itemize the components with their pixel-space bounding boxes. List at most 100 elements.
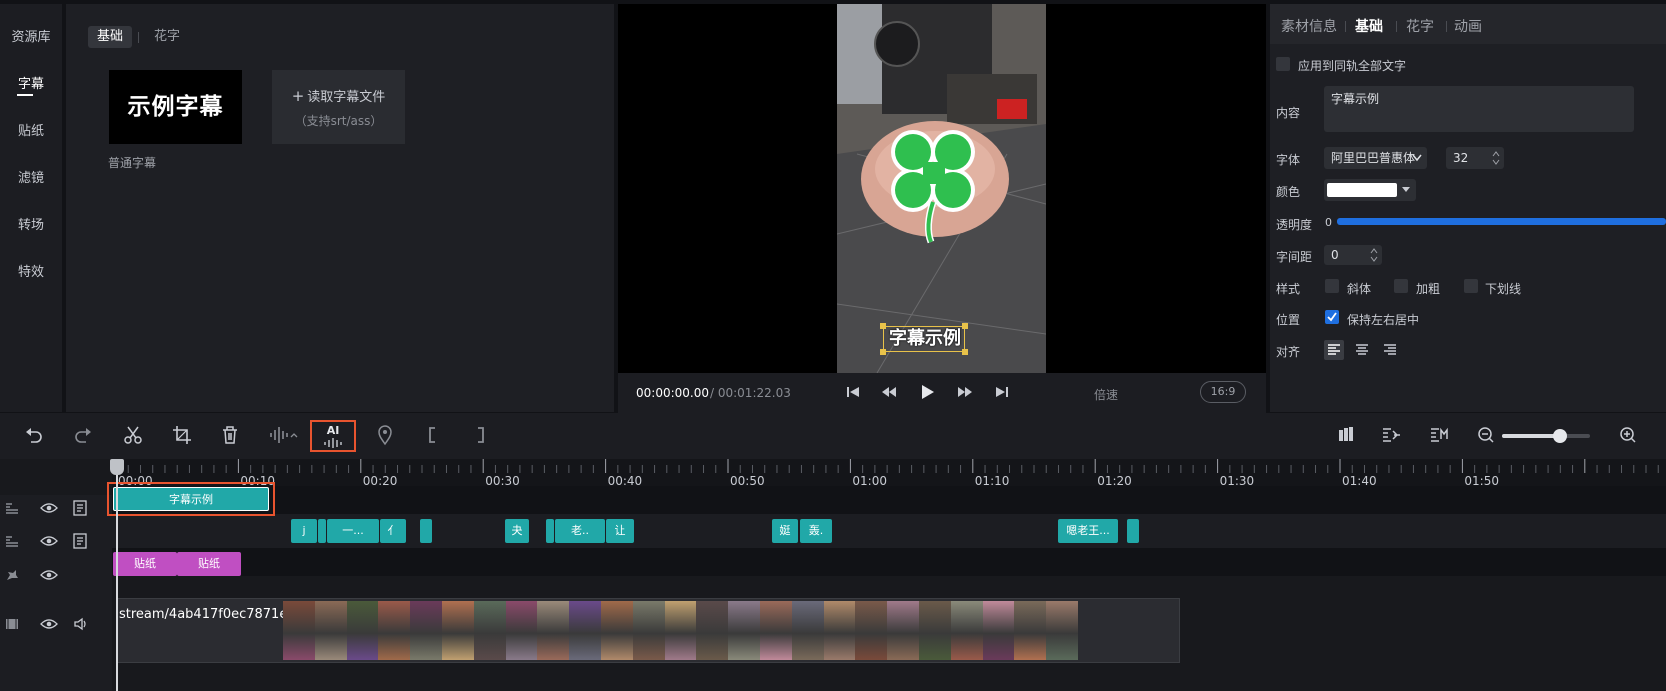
- eye-icon[interactable]: [40, 616, 58, 632]
- caption-clip[interactable]: 夬: [505, 519, 529, 543]
- bracket-left-icon[interactable]: [421, 423, 445, 447]
- caption-selection-box[interactable]: 字幕示例: [880, 323, 968, 355]
- caption-clip[interactable]: [546, 519, 554, 543]
- resize-handle[interactable]: [880, 323, 886, 329]
- nav-item-library[interactable]: 资源库: [0, 26, 62, 45]
- align-center-icon[interactable]: [1352, 340, 1372, 360]
- caption-clip[interactable]: 一...: [327, 519, 379, 543]
- opacity-slider[interactable]: [1337, 218, 1666, 225]
- import-caption-file-button[interactable]: + 读取字幕文件 （支持srt/ass）: [272, 70, 405, 144]
- video-thumbnail: [760, 601, 792, 660]
- spacing-stepper[interactable]: 0: [1324, 245, 1382, 265]
- video-thumbnail: [378, 601, 411, 660]
- tab-props-animation[interactable]: 动画: [1454, 16, 1482, 36]
- playhead-handle[interactable]: [110, 459, 124, 475]
- ai-label: AI: [326, 424, 340, 437]
- audio-wave-icon[interactable]: [268, 423, 300, 447]
- video-thumbnail: [823, 601, 856, 660]
- track-layout-icon[interactable]: [1334, 423, 1358, 447]
- sticker-clip[interactable]: 贴纸: [177, 552, 241, 576]
- eye-icon[interactable]: [40, 567, 58, 583]
- playhead[interactable]: [116, 459, 118, 691]
- tab-fancy-text[interactable]: 花字: [145, 26, 189, 48]
- caption-clip[interactable]: 老..: [555, 519, 605, 543]
- tab-material-info[interactable]: 素材信息: [1281, 16, 1337, 36]
- marker-icon[interactable]: [373, 423, 397, 447]
- rewind-icon[interactable]: [878, 381, 900, 403]
- underline-checkbox[interactable]: [1464, 279, 1478, 293]
- caption-clip[interactable]: 让: [606, 519, 634, 543]
- fast-forward-icon[interactable]: [954, 381, 976, 403]
- caption-clip[interactable]: 轰.: [800, 519, 832, 543]
- content-textarea[interactable]: 字幕示例: [1324, 86, 1634, 132]
- font-select[interactable]: 阿里巴巴普惠体: [1324, 147, 1427, 169]
- nav-item-transitions[interactable]: 转场: [0, 214, 62, 233]
- nav-item-effects[interactable]: 特效: [0, 261, 62, 280]
- tab-props-fancy-text[interactable]: 花字: [1406, 16, 1434, 36]
- crop-icon[interactable]: [170, 423, 194, 447]
- zoom-slider[interactable]: [1502, 429, 1590, 443]
- video-clip[interactable]: stream/4ab417f0ec7871ec...: [116, 598, 1180, 663]
- nav-item-captions[interactable]: 字幕: [0, 73, 62, 92]
- fit-timeline-icon[interactable]: [1379, 423, 1403, 447]
- stepper-arrows-icon[interactable]: [1492, 150, 1500, 166]
- sticker-clip[interactable]: 贴纸: [113, 552, 177, 576]
- apply-all-checkbox[interactable]: [1276, 57, 1290, 71]
- caption-edit-icon[interactable]: [72, 532, 88, 550]
- resize-handle[interactable]: [962, 349, 968, 355]
- video-thumbnail: [314, 601, 347, 660]
- ruler-ticks: [115, 459, 1659, 473]
- undo-icon[interactable]: [22, 423, 46, 447]
- caption-edit-icon[interactable]: [72, 499, 88, 517]
- bracket-right-icon[interactable]: [468, 423, 492, 447]
- sample-caption-card[interactable]: 示例字幕: [109, 70, 242, 144]
- tab-separator: [1396, 21, 1397, 32]
- font-size-stepper[interactable]: 32: [1446, 147, 1504, 169]
- delete-icon[interactable]: [218, 423, 242, 447]
- caption-clip[interactable]: 字幕示例: [113, 487, 269, 511]
- tab-separator: [1345, 21, 1346, 32]
- caption-clip[interactable]: j: [291, 519, 317, 543]
- nav-item-filters[interactable]: 滤镜: [0, 167, 62, 186]
- split-icon[interactable]: [121, 423, 145, 447]
- bold-checkbox[interactable]: [1394, 279, 1408, 293]
- resize-handle[interactable]: [962, 323, 968, 329]
- skip-to-start-icon[interactable]: [842, 381, 864, 403]
- redo-icon[interactable]: [71, 423, 95, 447]
- zoom-out-icon[interactable]: [1474, 423, 1498, 447]
- zoom-slider-knob[interactable]: [1553, 429, 1568, 443]
- import-caption-label-row: + 读取字幕文件: [272, 86, 405, 105]
- caption-clip[interactable]: 娗: [772, 519, 798, 543]
- tab-basic[interactable]: 基础: [88, 26, 133, 48]
- volume-icon[interactable]: [72, 615, 90, 633]
- caption-clip[interactable]: [420, 519, 432, 543]
- font-size-value: 32: [1453, 151, 1469, 165]
- eye-icon[interactable]: [40, 533, 58, 549]
- magnetic-snap-icon[interactable]: [1427, 423, 1451, 447]
- resize-handle[interactable]: [880, 349, 886, 355]
- caption-clip[interactable]: 亻: [380, 519, 406, 543]
- skip-to-end-icon[interactable]: [991, 381, 1013, 403]
- align-left-button[interactable]: [1324, 340, 1344, 360]
- video-track-icon: [6, 619, 18, 629]
- opacity-slider-fill: [1337, 218, 1666, 225]
- nav-item-stickers[interactable]: 贴纸: [0, 120, 62, 139]
- zoom-in-icon[interactable]: [1616, 423, 1640, 447]
- play-icon[interactable]: [916, 381, 938, 403]
- ai-caption-button[interactable]: AI: [310, 420, 356, 452]
- stepper-arrows-icon[interactable]: [1370, 247, 1378, 263]
- align-right-icon[interactable]: [1380, 340, 1400, 360]
- caption-clip[interactable]: [318, 519, 326, 543]
- current-time: 00:00:00.00: [636, 386, 709, 400]
- color-picker[interactable]: [1324, 179, 1416, 201]
- align-label: 对齐: [1276, 345, 1301, 359]
- video-frame[interactable]: 字幕示例: [837, 4, 1046, 373]
- aspect-ratio-button[interactable]: 16:9: [1200, 381, 1246, 403]
- caption-clip[interactable]: 嗯老王...: [1058, 519, 1118, 543]
- eye-icon[interactable]: [40, 500, 58, 516]
- caption-clip[interactable]: [1127, 519, 1139, 543]
- keep-center-checkbox[interactable]: [1325, 310, 1339, 324]
- speed-button[interactable]: 倍速: [1094, 386, 1118, 403]
- tab-props-basic[interactable]: 基础: [1355, 16, 1383, 36]
- italic-checkbox[interactable]: [1325, 279, 1339, 293]
